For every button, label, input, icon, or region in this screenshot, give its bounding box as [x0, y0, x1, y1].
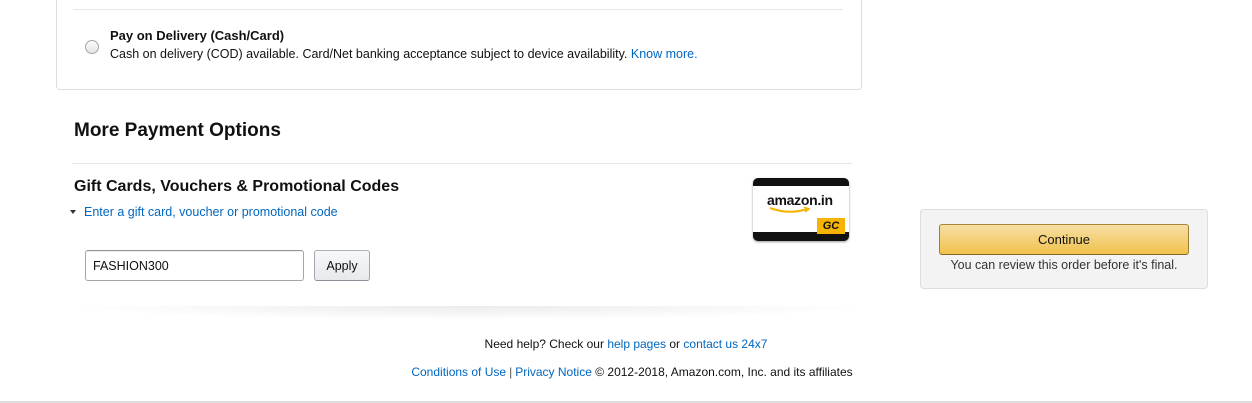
- copyright-text: © 2012-2018, Amazon.com, Inc. and its af…: [595, 365, 853, 379]
- contact-us-link[interactable]: contact us 24x7: [683, 337, 767, 351]
- option-divider: [73, 9, 843, 10]
- footer-legal-line: Conditions of Use | Privacy Notice © 2012-…: [0, 365, 1252, 379]
- footer-help-line: Need help? Check our help pages or conta…: [0, 337, 1252, 351]
- promo-code-input[interactable]: [85, 250, 304, 281]
- continue-button[interactable]: Continue: [939, 224, 1189, 255]
- more-payment-options-heading: More Payment Options: [74, 120, 281, 141]
- payment-option-title[interactable]: Pay on Delivery (Cash/Card): [110, 28, 284, 43]
- section-shadow-divider: [60, 306, 880, 320]
- amazon-logo: amazon.in: [767, 192, 833, 208]
- gift-cards-heading: Gift Cards, Vouchers & Promotional Codes: [74, 178, 400, 195]
- conditions-of-use-link[interactable]: Conditions of Use: [411, 365, 506, 379]
- help-prefix-text: Need help? Check our: [484, 337, 604, 351]
- apply-button[interactable]: Apply: [314, 250, 370, 281]
- privacy-notice-link[interactable]: Privacy Notice: [515, 365, 592, 379]
- know-more-link[interactable]: Know more.: [631, 47, 698, 61]
- review-note: You can review this order before it's fi…: [950, 258, 1178, 272]
- checkout-payment-page: Pay on Delivery (Cash/Card) Cash on deli…: [0, 0, 1252, 403]
- payment-option-description-text: Cash on delivery (COD) available. Card/N…: [110, 47, 628, 61]
- payment-option-box: Pay on Delivery (Cash/Card) Cash on deli…: [56, 0, 862, 90]
- help-pages-link[interactable]: help pages: [607, 337, 666, 351]
- enter-gift-card-toggle[interactable]: Enter a gift card, voucher or promotiona…: [70, 205, 338, 219]
- payment-option-description: Cash on delivery (COD) available. Card/N…: [110, 47, 698, 61]
- caret-down-icon: [70, 209, 76, 214]
- continue-panel: Continue You can review this order befor…: [920, 209, 1208, 289]
- footer-separator: |: [509, 365, 513, 379]
- amazon-gift-card-image: amazon.in GC: [753, 178, 849, 241]
- enter-gift-card-link[interactable]: Enter a gift card, voucher or promotiona…: [84, 205, 338, 219]
- radio-button-unselected-icon[interactable]: [85, 40, 99, 54]
- or-text: or: [669, 337, 681, 351]
- section-divider: [72, 163, 852, 164]
- amazon-smile-icon: [769, 207, 811, 213]
- gc-badge: GC: [817, 218, 845, 234]
